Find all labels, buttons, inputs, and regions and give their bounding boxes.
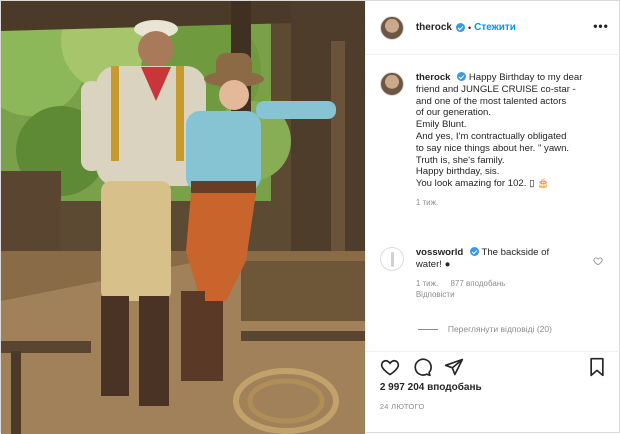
- caption-line-3: and one of the most talented actors: [415, 95, 567, 107]
- post-photo-illustration: [1, 1, 365, 434]
- action-icons: [380, 357, 464, 377]
- caption-line-2: friend and JUNGLE CRUISE co-star -: [415, 83, 576, 95]
- caption-line-8: Truth is, she's family.: [415, 154, 505, 166]
- caption-line-9: Happy birthday, sis.: [415, 166, 500, 178]
- share-paper-plane-icon[interactable]: [444, 357, 464, 377]
- author-avatar[interactable]: [379, 15, 404, 40]
- comment-time[interactable]: 1 тиж.: [416, 279, 438, 288]
- follow-button[interactable]: Стежити: [474, 22, 516, 33]
- reply-button[interactable]: Відповісти: [416, 290, 596, 299]
- instagram-post: therock • Стежити ••• therock Happy Birt…: [0, 0, 620, 434]
- post-header: therock • Стежити •••: [365, 1, 620, 55]
- post-photo[interactable]: [1, 1, 365, 434]
- caption-meta: 1 тиж.: [416, 198, 606, 207]
- caption-time[interactable]: 1 тиж.: [416, 198, 438, 207]
- view-replies-button[interactable]: Переглянути відповіді (20): [417, 324, 552, 334]
- comment-body: vossworld The backside of water! ● 1 тиж…: [416, 247, 606, 299]
- comment-text: vossworld The backside of water! ●: [416, 247, 606, 271]
- caption-line-4: of our generation.: [415, 107, 492, 119]
- post-date[interactable]: 24 ЛЮТОГО: [380, 402, 425, 411]
- view-replies-line: [417, 328, 438, 330]
- more-options-icon[interactable]: •••: [593, 19, 609, 33]
- commenter-avatar[interactable]: [379, 247, 404, 271]
- like-heart-icon[interactable]: [380, 357, 400, 377]
- comment-item: vossworld The backside of water! ● 1 тиж…: [379, 247, 606, 299]
- save-button[interactable]: [587, 357, 607, 379]
- caption-line-5: Emily Blunt.: [415, 119, 467, 131]
- comments-section: therock Happy Birthday to my dear friend…: [366, 56, 620, 351]
- verified-badge-icon: [457, 72, 467, 81]
- caption-text: therock Happy Birthday to my dear friend…: [416, 72, 606, 190]
- comment-likes[interactable]: 877 вподобань: [450, 279, 505, 288]
- caption-body: therock Happy Birthday to my dear friend…: [416, 72, 606, 207]
- comment-line-1: The backside of: [481, 247, 550, 258]
- view-replies-label: Переглянути відповіді (20): [447, 324, 552, 334]
- verified-badge-icon: [455, 23, 465, 32]
- post-actions: 2 997 204 вподобань 24 ЛЮТОГО: [365, 351, 620, 434]
- author-username[interactable]: therock: [416, 22, 452, 33]
- comment-like-heart-icon[interactable]: [593, 256, 603, 266]
- commenter-username[interactable]: vossworld: [416, 247, 463, 258]
- caption-username[interactable]: therock: [416, 72, 451, 83]
- like-count[interactable]: 2 997 204 вподобань: [380, 382, 482, 393]
- caption-line-1: Happy Birthday to my dear: [468, 72, 583, 83]
- comment-line-2: water! ●: [415, 258, 451, 270]
- comment-meta: 1 тиж. 877 вподобань Відповісти: [416, 279, 606, 299]
- caption: therock Happy Birthday to my dear friend…: [379, 72, 606, 207]
- caption-line-6: And yes, I'm contractually obligated: [415, 130, 567, 142]
- verified-badge-icon: [469, 247, 479, 256]
- caption-line-10: You look amazing for 102. ▯ 🎂: [415, 178, 549, 190]
- post-side-panel: therock • Стежити ••• therock Happy Birt…: [364, 1, 620, 434]
- caption-line-7: to say nice things about her. " yawn.: [415, 142, 570, 154]
- bookmark-icon: [590, 357, 604, 377]
- comment-bubble-icon[interactable]: [412, 357, 432, 377]
- caption-author-avatar[interactable]: [379, 72, 404, 96]
- header-separator: •: [467, 22, 472, 33]
